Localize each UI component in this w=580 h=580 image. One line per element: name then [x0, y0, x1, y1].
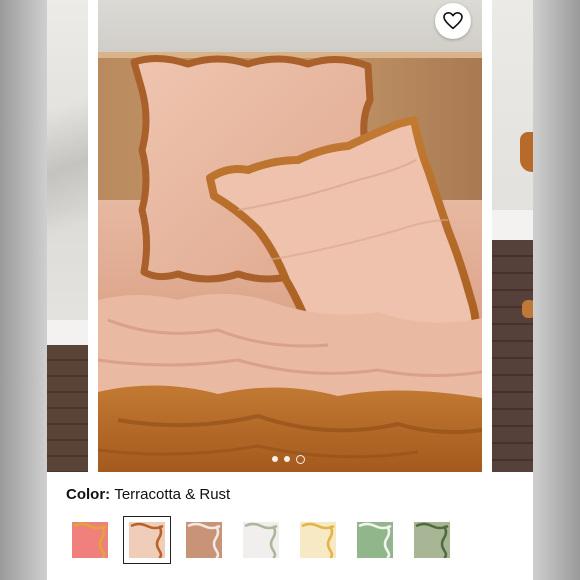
swatch-chip [414, 522, 450, 558]
scallop-trim [73, 522, 107, 558]
swatch-chip [72, 522, 108, 558]
scallop-trim [415, 522, 449, 558]
color-swatch-olive[interactable] [408, 516, 456, 564]
swatch-chip [129, 522, 165, 558]
color-swatch-terracotta-rust[interactable] [123, 516, 171, 564]
wood-floor [492, 240, 533, 472]
swatch-chip [357, 522, 393, 558]
left-border [0, 0, 47, 580]
bedding-photo [98, 0, 482, 472]
baseboard [47, 320, 88, 345]
next-image-peek[interactable] [492, 0, 533, 472]
scallop-trim [130, 522, 164, 558]
product-image[interactable] [98, 0, 482, 472]
fabric-edge [520, 132, 533, 172]
swatch-chip [186, 522, 222, 558]
baseboard [492, 210, 533, 240]
color-swatch-coral-pink[interactable] [66, 516, 114, 564]
carousel-dot[interactable] [272, 456, 278, 462]
color-swatch-sage-white[interactable] [351, 516, 399, 564]
color-swatch-cream-gold[interactable] [294, 516, 342, 564]
previous-image-peek[interactable] [47, 0, 88, 472]
swatch-chip [300, 522, 336, 558]
heart-outline-icon [443, 12, 463, 30]
carousel-indicator [272, 454, 305, 464]
wall [492, 0, 533, 240]
scallop-trim [301, 522, 335, 558]
carousel-dot[interactable] [284, 456, 290, 462]
scallop-trim [358, 522, 392, 558]
wood-floor [47, 345, 88, 472]
color-selection: Color: Terracotta & Rust [66, 486, 230, 503]
fabric-edge [522, 300, 533, 318]
carousel-dot-active[interactable] [296, 454, 305, 464]
scallop-trim [187, 522, 221, 558]
scallop-trim [244, 522, 278, 558]
color-swatches [66, 516, 456, 564]
wall-shadow [47, 60, 88, 300]
color-label: Color: [66, 486, 115, 503]
color-value: Terracotta & Rust [114, 486, 231, 503]
color-swatch-clay[interactable] [180, 516, 228, 564]
wishlist-button[interactable] [435, 3, 471, 39]
right-border [533, 0, 580, 580]
swatch-chip [243, 522, 279, 558]
color-swatch-white-sage[interactable] [237, 516, 285, 564]
